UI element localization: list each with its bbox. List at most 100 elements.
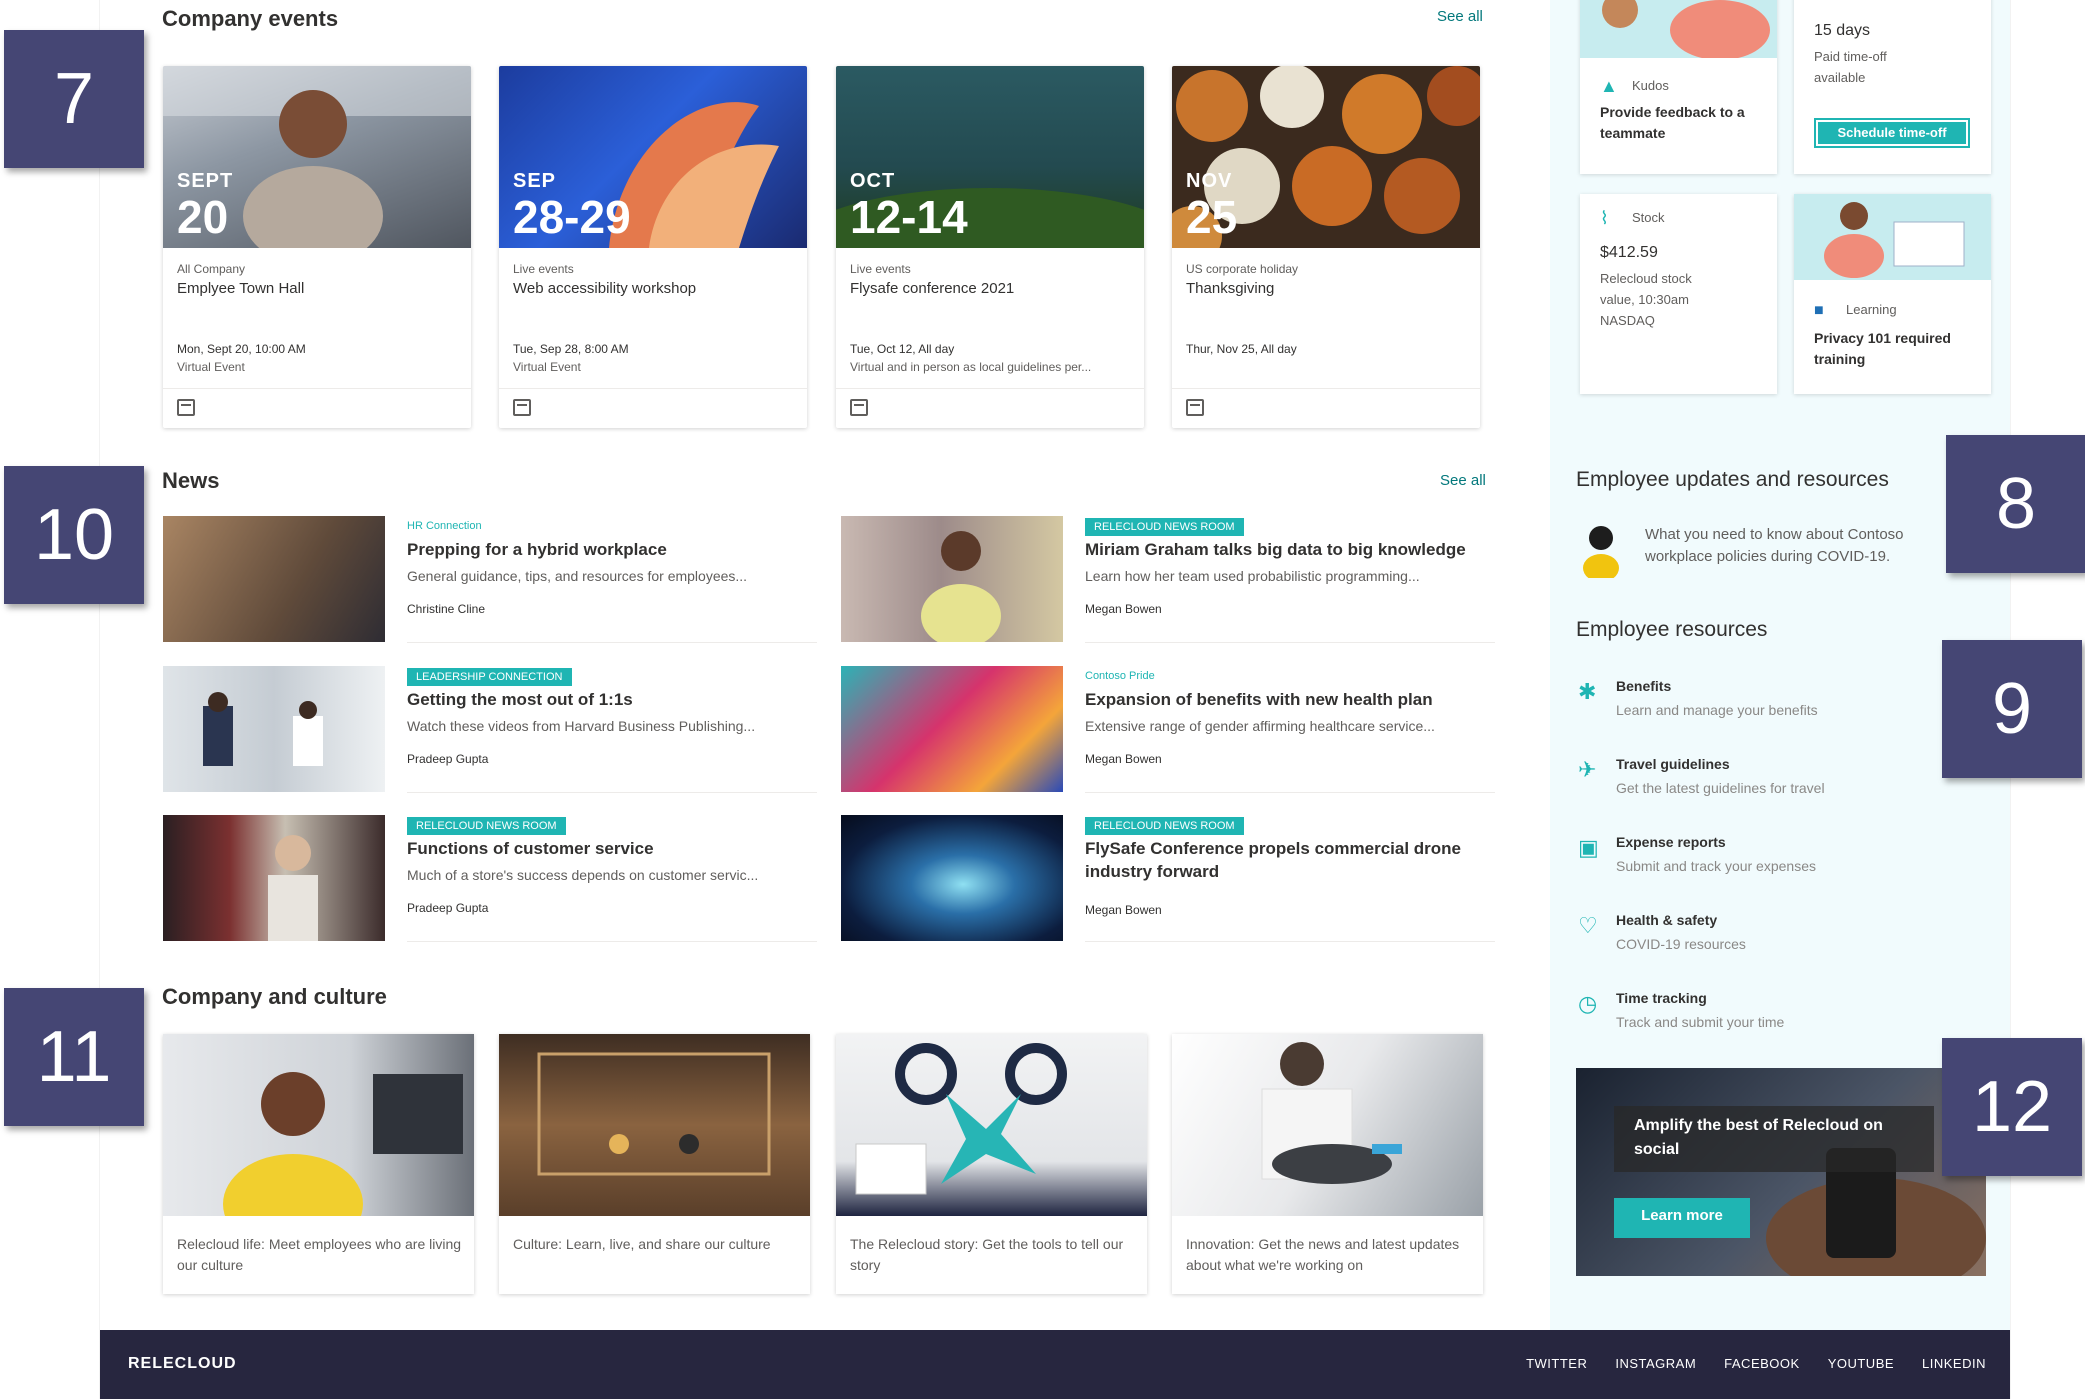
person-photo [921,531,1001,648]
stock-card[interactable]: ⌇ Stock $412.59 Relecloud stock value, 1… [1580,194,1777,394]
person-photo [268,835,318,941]
news-description: Watch these videos from Harvard Business… [407,718,756,734]
footer-brand: RELECLOUD [128,1355,237,1372]
resource-desc: Learn and manage your benefits [1616,702,1818,718]
news-title[interactable]: Getting the most out of 1:1s [407,688,817,711]
news-author: Megan Bowen [1085,752,1162,766]
add-to-calendar-icon[interactable] [850,399,868,416]
news-item[interactable]: HR Connection Prepping for a hybrid work… [163,516,818,646]
news-item[interactable]: LEADERSHIP CONNECTION Getting the most o… [163,666,818,796]
resource-health[interactable]: ♡ Health & safety COVID-19 resources [1578,912,1958,972]
divider [1085,941,1495,942]
updates-text[interactable]: What you need to know about Contoso work… [1645,524,1945,568]
resource-benefits[interactable]: ✱ Benefits Learn and manage your benefit… [1578,678,1958,738]
event-category: Live events [513,262,574,276]
stock-text: Relecloud stock value, 10:30am NASDAQ [1600,271,1692,328]
kudos-card[interactable]: ▲ Kudos Provide feedback to a teammate [1580,0,1777,174]
events-see-all-link[interactable]: See all [1437,8,1483,25]
kudos-label: Kudos [1632,78,1669,93]
news-item[interactable]: RELECLOUD NEWS ROOM Miriam Graham talks … [841,516,1496,648]
news-tag: RELECLOUD NEWS ROOM [1085,817,1244,835]
add-to-calendar-icon[interactable] [513,399,531,416]
culture-caption: Relecloud life: Meet employees who are l… [177,1236,462,1273]
culture-card[interactable]: Innovation: Get the news and latest upda… [1172,1034,1483,1294]
twitter-link[interactable]: TWITTER [1526,1356,1587,1371]
news-description: Extensive range of gender affirming heal… [1085,718,1435,734]
resource-title: Travel guidelines [1616,756,1730,772]
right-sidebar: ▲ Kudos Provide feedback to a teammate 1… [1550,0,2010,1330]
news-author: Megan Bowen [1085,903,1162,917]
learning-illustration [1794,194,1991,280]
news-description: General guidance, tips, and resources fo… [407,568,748,584]
learning-card[interactable]: ■ Learning Privacy 101 required training [1794,194,1991,394]
facebook-link[interactable]: FACEBOOK [1724,1356,1800,1371]
linkedin-link[interactable]: LINKEDIN [1922,1356,1986,1371]
culture-card[interactable]: Culture: Learn, live, and share our cult… [499,1034,810,1294]
news-thumbnail [841,666,1063,792]
youtube-link[interactable]: YOUTUBE [1828,1356,1894,1371]
event-category: US corporate holiday [1186,262,1299,276]
callout-8: 8 [1946,435,2085,573]
footer: RELECLOUD TWITTER INSTAGRAM FACEBOOK YOU… [100,1330,2010,1399]
illustration [1824,202,1965,278]
news-title[interactable]: Miriam Graham talks big data to big know… [1085,538,1495,561]
learning-icon: ■ [1814,302,1824,319]
divider [1085,792,1495,793]
news-title[interactable]: FlySafe Conference propels commercial dr… [1085,837,1495,883]
learning-label: Learning [1846,302,1897,317]
person-photo [223,1072,463,1254]
event-location: Virtual Event [513,360,581,374]
news-see-all-link[interactable]: See all [1440,472,1486,489]
main-column: Company events See all SEPT 20 All Compa… [100,0,1550,1330]
intranet-page: Company events See all SEPT 20 All Compa… [100,0,2010,1399]
callout-12: 12 [1942,1038,2082,1176]
event-date: Tue, Sep 28, 8:00 AM [513,342,629,356]
news-item[interactable]: RELECLOUD NEWS ROOM Functions of custome… [163,815,818,945]
event-card[interactable]: OCT 12-14 Live events Flysafe conference… [836,66,1144,428]
timeoff-text: Paid time-off available [1814,49,1887,85]
airplane-icon: ✈ [1578,757,1597,782]
news-title[interactable]: Functions of customer service [407,837,817,860]
social-promo: Amplify the best of Relecloud on social … [1576,1068,1986,1276]
learn-more-button[interactable]: Learn more [1614,1198,1750,1238]
timeoff-days: 15 days [1814,22,1871,39]
resource-travel[interactable]: ✈ Travel guidelines Get the latest guide… [1578,756,1958,816]
culture-card[interactable]: Relecloud life: Meet employees who are l… [163,1034,474,1294]
event-card[interactable]: SEPT 20 All Company Emplyee Town Hall Mo… [163,66,471,428]
instagram-link[interactable]: INSTAGRAM [1615,1356,1696,1371]
resource-expense[interactable]: ▣ Expense reports Submit and track your … [1578,834,1958,894]
event-day: 20 [177,191,229,243]
resource-time[interactable]: ◷ Time tracking Track and submit your ti… [1578,990,1958,1050]
event-card[interactable]: SEP 28-29 Live events Web accessibility … [499,66,807,428]
news-title[interactable]: Expansion of benefits with new health pl… [1085,688,1495,711]
news-item[interactable]: RELECLOUD NEWS ROOM FlySafe Conference p… [841,815,1496,945]
divider [163,388,471,389]
news-description: Learn how her team used probabilistic pr… [1085,568,1420,584]
resource-title: Health & safety [1616,912,1718,928]
divider [407,642,817,643]
news-thumbnail [163,815,385,941]
culture-image [163,1034,474,1254]
news-title[interactable]: Prepping for a hybrid workplace [407,538,817,561]
resources-title: Employee resources [1576,618,1768,641]
news-item[interactable]: Contoso Pride Expansion of benefits with… [841,666,1496,796]
event-card[interactable]: NOV 25 US corporate holiday Thanksgiving… [1172,66,1480,428]
resource-desc: Get the latest guidelines for travel [1616,780,1825,796]
culture-image [836,1034,1147,1216]
news-thumbnail [841,815,1063,941]
add-to-calendar-icon[interactable] [1186,399,1204,416]
culture-card[interactable]: The Relecloud story: Get the tools to te… [836,1034,1147,1294]
culture-image [1172,1034,1483,1216]
add-to-calendar-icon[interactable] [177,399,195,416]
schedule-timeoff-button[interactable]: Schedule time-off [1814,118,1970,148]
callout-7: 7 [4,30,144,168]
event-date: Tue, Oct 12, All day [850,342,955,356]
illustration [1602,0,1770,60]
resource-title: Expense reports [1616,834,1726,850]
learning-text: Privacy 101 required training [1814,330,1951,367]
timeoff-card: 15 days Paid time-off available Schedule… [1794,0,1991,174]
event-location: Virtual and in person as local guideline… [850,360,1092,374]
event-day: 12-14 [850,191,968,243]
divider [836,388,1144,389]
event-location: Virtual Event [177,360,245,374]
